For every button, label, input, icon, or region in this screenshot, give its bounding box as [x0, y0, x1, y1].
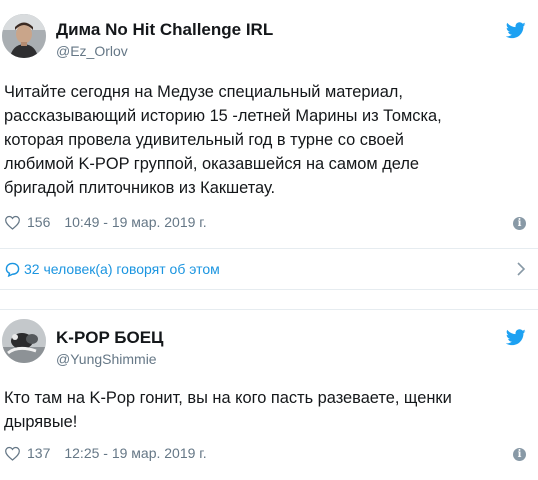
display-name[interactable]: K-POP БОЕЦ	[56, 328, 163, 348]
info-icon[interactable]: i	[513, 448, 526, 461]
chat-bubble-icon	[5, 262, 20, 277]
avatar[interactable]	[2, 319, 46, 363]
conversation-label[interactable]: 32 человек(а) говорят об этом	[24, 261, 220, 277]
avatar[interactable]	[2, 14, 46, 58]
twitter-bird-icon[interactable]	[506, 22, 526, 39]
conversation-link[interactable]: 32 человек(а) говорят об этом	[0, 249, 538, 289]
like-count[interactable]: 137	[27, 445, 50, 461]
tweet-text: Кто там на K-Pop гонит, вы на кого пасть…	[4, 389, 452, 431]
tweet-meta: 137 12:25 - 19 мар. 2019 г.	[4, 445, 207, 461]
like-count[interactable]: 156	[27, 214, 50, 230]
chevron-right-icon[interactable]	[516, 261, 526, 277]
tweet-text: Читайте сегодня на Медузе специальный ма…	[4, 83, 442, 197]
display-name[interactable]: Дима No Hit Challenge IRL	[56, 20, 273, 40]
tweet-meta: 156 10:49 - 19 мар. 2019 г.	[4, 214, 207, 230]
card-gap	[0, 290, 538, 310]
tweet-card: Дима No Hit Challenge IRL @Ez_Orlov Чита…	[0, 0, 538, 248]
info-icon[interactable]: i	[513, 217, 526, 230]
user-handle[interactable]: @Ez_Orlov	[56, 43, 128, 59]
heart-icon[interactable]	[4, 215, 21, 230]
twitter-bird-icon[interactable]	[506, 329, 526, 346]
timestamp[interactable]: 12:25 - 19 мар. 2019 г.	[64, 445, 206, 461]
tweet-card: K-POP БОЕЦ @YungShimmie Кто там на K-Pop…	[0, 310, 538, 480]
timestamp[interactable]: 10:49 - 19 мар. 2019 г.	[64, 214, 206, 230]
heart-icon[interactable]	[4, 446, 21, 461]
user-handle[interactable]: @YungShimmie	[56, 351, 157, 367]
